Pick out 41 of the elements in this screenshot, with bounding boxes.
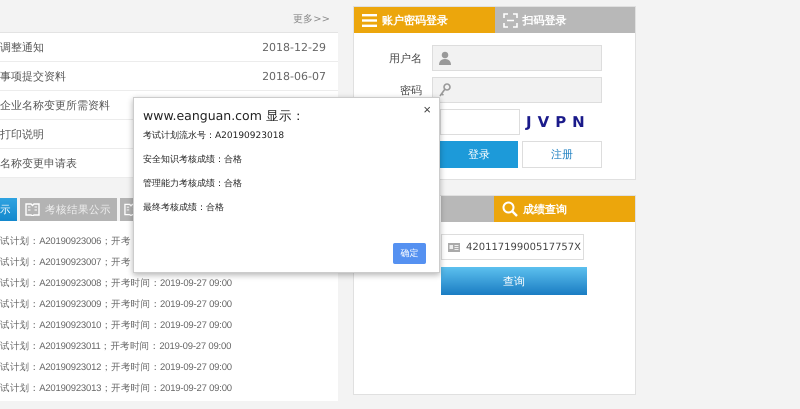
menu-icon: [362, 14, 377, 26]
news-title[interactable]: 名称变更申请表: [0, 156, 77, 170]
exam-plan-item[interactable]: 试计划：A20190923012；开考时间：2019-09-27 09:00: [0, 361, 232, 374]
captcha-field[interactable]: [440, 109, 520, 135]
dialog-message: 考试计划流水号：A20190923018: [143, 130, 284, 143]
news-title[interactable]: 打印说明: [0, 126, 44, 142]
exam-plan-item[interactable]: 试计划：A20190923008；开考时间：2019-09-27 09:00: [0, 277, 232, 290]
exam-plan-item[interactable]: 试计划：A20190923006；开考: [0, 235, 131, 248]
search-icon: [502, 201, 518, 217]
more-link[interactable]: 更多>>: [293, 12, 330, 26]
dialog-message: 安全知识考核成绩：合格: [143, 154, 243, 167]
exam-plan-item[interactable]: 试计划：A20190923011；开考时间：2019-09-27 09:00: [0, 340, 232, 353]
news-title[interactable]: 调整通知: [0, 40, 44, 54]
person-icon: [439, 51, 451, 65]
dialog-title: www.eanguan.com 显示：: [143, 108, 305, 125]
scan-icon: [502, 12, 518, 28]
book-icon: [25, 203, 40, 216]
exam-plan-item[interactable]: 试计划：A20190923010；开考时间：2019-09-27 09:00: [0, 319, 232, 332]
register-button[interactable]: 注册: [522, 141, 602, 168]
tab[interactable]: 示: [0, 198, 17, 221]
exam-plan-item[interactable]: 试计划：A20190923013；开考时间：2019-09-27 09:00: [0, 382, 232, 395]
ok-button[interactable]: 确定: [393, 243, 426, 264]
news-title[interactable]: 事项提交资料: [0, 68, 66, 84]
login-button[interactable]: 登录: [440, 141, 518, 168]
username-label: 用户名: [388, 50, 422, 66]
password-label: 密码: [399, 82, 422, 98]
tab[interactable]: [441, 196, 494, 222]
exam-plan-item[interactable]: 试计划：A20190923007；开考: [0, 256, 131, 269]
news-date: 2018-06-07: [262, 70, 326, 82]
close-button[interactable]: ×: [423, 102, 431, 117]
key-icon: [439, 83, 451, 97]
dialog-message: 最终考核成绩：合格: [143, 202, 225, 215]
id-number-field[interactable]: 42011719900517757X: [441, 234, 584, 260]
password-field[interactable]: [432, 77, 602, 103]
id-card-icon: [448, 242, 460, 252]
exam-plan-item[interactable]: 试计划：A20190923009；开考时间：2019-09-27 09:00: [0, 298, 232, 311]
news-title[interactable]: 企业名称变更所需资料: [0, 98, 110, 112]
username-field[interactable]: [432, 45, 602, 71]
news-date: 2018-12-29: [262, 40, 326, 54]
dialog-message: 管理能力考核成绩：合格: [143, 178, 243, 191]
query-button[interactable]: 查询: [441, 267, 587, 295]
